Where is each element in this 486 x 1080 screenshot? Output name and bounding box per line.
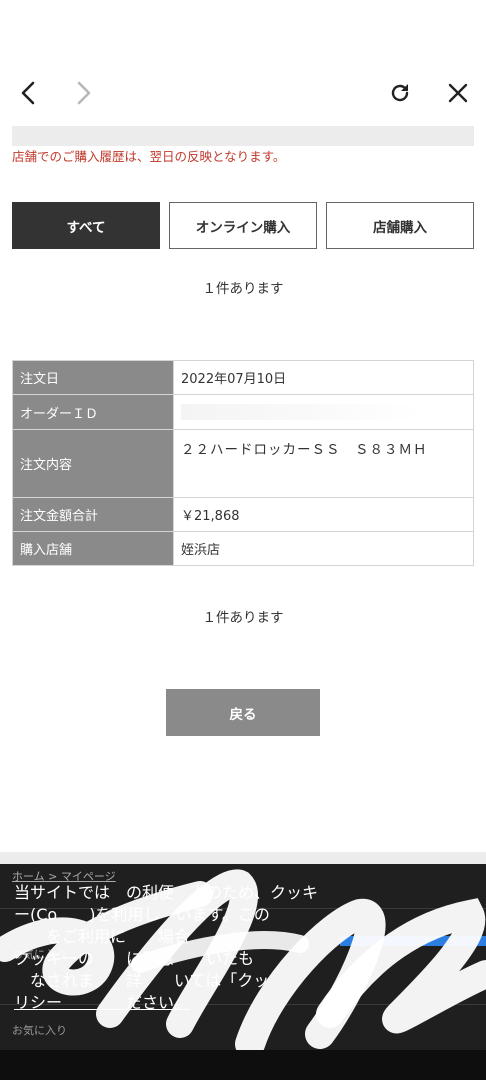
table-row: 購入店舗 姪浜店 xyxy=(12,531,474,566)
purchase-type-tabs: すべて オンライン購入 店舗購入 xyxy=(12,202,474,249)
close-button[interactable] xyxy=(436,70,480,116)
tab-all[interactable]: すべて xyxy=(12,202,160,249)
reload-button[interactable] xyxy=(378,70,422,116)
result-count-bottom: １件あります xyxy=(202,610,284,626)
bottom-bar xyxy=(0,1050,486,1080)
reload-icon xyxy=(391,84,409,102)
order-id-label: オーダーＩＤ xyxy=(12,394,174,430)
redacted-order-id xyxy=(181,404,421,420)
back-nav-button[interactable] xyxy=(6,70,50,116)
order-details-table: 注文日 2022年07月10日 オーダーＩＤ 注文内容 ２２ハードロッカーＳＳ … xyxy=(12,360,474,566)
order-content-cell: ２２ハードロッカーＳＳ Ｓ８３ＭＨ xyxy=(173,429,474,498)
order-date-label: 注文日 xyxy=(12,360,174,395)
purchase-history-notice: 店舗でのご購入履歴は、翌日の反映となります。 xyxy=(12,149,286,164)
browser-nav-bar xyxy=(0,70,486,116)
order-id-value xyxy=(173,394,474,430)
table-row: 注文金額合計 ￥21,868 xyxy=(12,497,474,532)
chevron-right-icon xyxy=(77,81,91,105)
tab-store-purchase[interactable]: 店舗購入 xyxy=(326,202,474,249)
table-row: オーダーＩＤ xyxy=(12,394,474,430)
order-total-label: 注文金額合計 xyxy=(12,497,174,532)
order-date-value: 2022年07月10日 xyxy=(173,360,474,395)
order-content-label: 注文内容 xyxy=(12,429,174,498)
cookie-consent-banner: ホーム > マイページ お気に入り お気に入り 当サイトでは の利便 上のため、… xyxy=(0,864,486,1080)
tab-online-purchase[interactable]: オンライン購入 xyxy=(169,202,317,249)
section-separator xyxy=(0,852,486,864)
forward-nav-button[interactable] xyxy=(62,70,106,116)
back-button[interactable]: 戻る xyxy=(166,689,320,736)
table-row: 注文日 2022年07月10日 xyxy=(12,360,474,395)
chevron-left-icon xyxy=(21,81,35,105)
order-content-value: ２２ハードロッカーＳＳ Ｓ８３ＭＨ xyxy=(181,442,428,458)
close-icon xyxy=(448,83,468,103)
redaction-scribble xyxy=(0,869,486,1059)
order-total-value: ￥21,868 xyxy=(173,497,474,532)
header-gray-bar xyxy=(12,126,474,146)
result-count-top: １件あります xyxy=(202,281,284,297)
purchase-store-value: 姪浜店 xyxy=(173,531,474,566)
table-row: 注文内容 ２２ハードロッカーＳＳ Ｓ８３ＭＨ xyxy=(12,429,474,498)
purchase-store-label: 購入店舗 xyxy=(12,531,174,566)
